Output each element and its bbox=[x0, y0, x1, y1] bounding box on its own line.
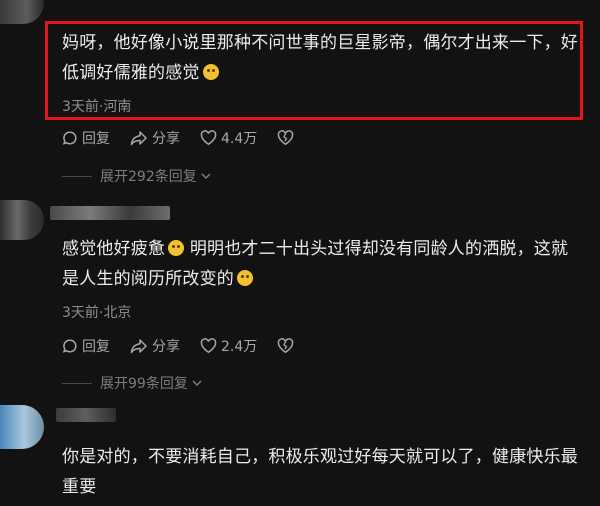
expand-replies[interactable]: 展开292条回复 bbox=[62, 166, 212, 186]
reply-icon bbox=[62, 131, 77, 145]
share-icon bbox=[130, 339, 147, 354]
weary-emoji-icon bbox=[168, 240, 185, 256]
comment-actions: 回复 分享 2.4万 bbox=[62, 336, 318, 356]
comment-meta: 3天前·河南 bbox=[62, 99, 132, 115]
divider bbox=[62, 382, 92, 384]
comment-meta: 3天前·北京 bbox=[62, 305, 132, 321]
username[interactable] bbox=[50, 206, 170, 220]
heart-icon bbox=[200, 338, 217, 354]
divider bbox=[62, 175, 92, 177]
heart-icon bbox=[200, 130, 217, 146]
like-button[interactable]: 4.4万 bbox=[200, 128, 257, 148]
smile-emoji-icon bbox=[237, 270, 253, 286]
reply-button[interactable]: 回复 bbox=[62, 128, 110, 148]
broken-heart-icon bbox=[277, 130, 294, 146]
comment-text: 妈呀，他好像小说里那种不问世事的巨星影帝，偶尔才出来一下，好低调好儒雅的感觉 bbox=[62, 33, 578, 83]
dislike-button[interactable] bbox=[277, 130, 298, 146]
share-button[interactable]: 分享 bbox=[130, 336, 180, 356]
blush-emoji-icon bbox=[202, 64, 219, 80]
share-button[interactable]: 分享 bbox=[130, 128, 180, 148]
chevron-down-icon bbox=[201, 173, 211, 180]
avatar[interactable] bbox=[0, 0, 44, 24]
reply-button[interactable]: 回复 bbox=[62, 336, 110, 356]
expand-replies[interactable]: 展开99条回复 bbox=[62, 373, 203, 393]
chevron-down-icon bbox=[192, 380, 202, 387]
comment-text: 你是对的，不要消耗自己，积极乐观过好每天就可以了，健康快乐最重要 bbox=[62, 447, 578, 497]
dislike-button[interactable] bbox=[277, 338, 298, 354]
like-count: 4.4万 bbox=[221, 131, 258, 147]
avatar[interactable] bbox=[0, 200, 44, 240]
like-count: 2.4万 bbox=[221, 339, 258, 355]
like-button[interactable]: 2.4万 bbox=[200, 336, 257, 356]
reply-icon bbox=[62, 339, 77, 353]
avatar[interactable] bbox=[0, 405, 44, 449]
comment-actions: 回复 分享 4.4万 bbox=[62, 128, 318, 148]
broken-heart-icon bbox=[277, 338, 294, 354]
share-icon bbox=[130, 131, 147, 146]
username[interactable] bbox=[56, 408, 116, 422]
comment-text: 感觉他好疲惫 明明也才二十出头过得却没有同龄人的洒脱，这就是人生的阅历所改变的 bbox=[62, 239, 569, 289]
